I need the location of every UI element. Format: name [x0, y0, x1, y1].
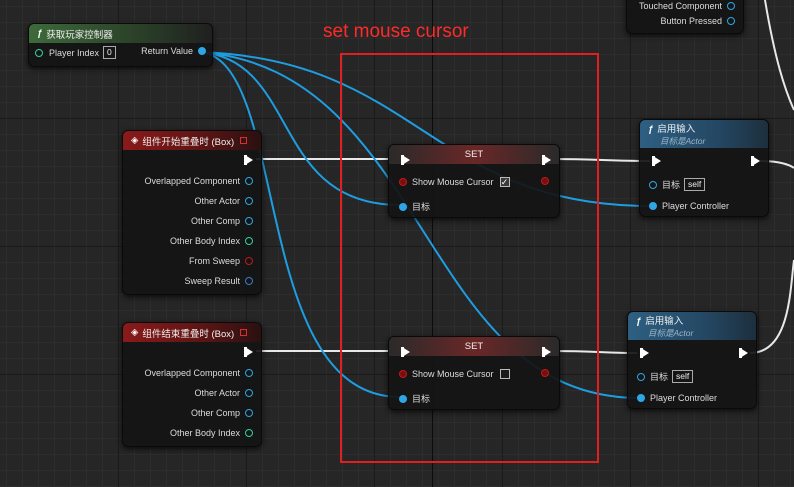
integer-pin[interactable]: [245, 429, 253, 437]
pin-row-other-actor[interactable]: Other Actor: [194, 196, 253, 206]
pin-label: Other Body Index: [169, 236, 240, 246]
target-pin[interactable]: [637, 372, 645, 381]
player-index-pin[interactable]: [35, 48, 43, 57]
object-pin[interactable]: [245, 389, 253, 397]
exec-out-pin[interactable]: [739, 348, 748, 358]
node-title: 启用输入: [657, 124, 696, 135]
object-pin[interactable]: [245, 197, 253, 205]
target-value-field[interactable]: self: [672, 370, 694, 383]
exec-arrow-icon: [652, 156, 661, 166]
object-pin[interactable]: [245, 217, 253, 225]
pin-row-other-body-index[interactable]: Other Body Index: [170, 428, 253, 438]
exec-arrow-icon: [244, 347, 253, 357]
node-subtitle: 目标是Actor: [648, 328, 694, 338]
return-value-label: Return Value: [141, 46, 193, 56]
pin-label: Player Controller: [662, 201, 730, 211]
target-pin-row[interactable]: 目标 self: [649, 178, 706, 191]
node-title: 组件结束重叠时 (Box): [142, 328, 235, 340]
enable-input-node-2[interactable]: ƒ 启用输入 目标是Actor 目标 self Player Controller: [627, 311, 757, 409]
exec-out-pin[interactable]: [244, 347, 253, 357]
target-pin-row[interactable]: 目标 self: [637, 370, 694, 383]
target-pin[interactable]: [649, 180, 657, 189]
exec-arrow-icon: [739, 348, 748, 358]
get-player-controller-node[interactable]: ƒ 获取玩家控制器 Player Index 0 Return Value: [28, 23, 213, 67]
pin-row-other-body-index[interactable]: Other Body Index: [170, 236, 253, 246]
pin-label: Other Body Index: [169, 428, 240, 438]
pin-row-sweep-result[interactable]: Sweep Result: [184, 276, 253, 286]
function-icon: ƒ: [648, 124, 654, 135]
object-pin[interactable]: [245, 177, 253, 185]
button-pressed-pin[interactable]: [727, 17, 735, 25]
node-header[interactable]: ƒ 获取玩家控制器: [29, 24, 212, 43]
struct-pin[interactable]: [245, 277, 253, 285]
player-index-label: Player Index: [49, 47, 100, 58]
event-diamond-icon: ◈: [131, 135, 139, 146]
event-diamond-icon: ◈: [131, 327, 139, 338]
player-controller-pin-row[interactable]: Player Controller: [637, 393, 717, 403]
exec-out-pin[interactable]: [244, 155, 253, 165]
pin-label: Overlapped Component: [144, 368, 240, 378]
end-overlap-event-node[interactable]: ◈ 组件结束重叠时 (Box) Overlapped Component Oth…: [122, 322, 262, 447]
pin-row-other-actor[interactable]: Other Actor: [194, 388, 253, 398]
pin-label: Other Comp: [190, 408, 240, 418]
boolean-pin[interactable]: [245, 257, 253, 265]
node-header[interactable]: ƒ 启用输入 目标是Actor: [628, 312, 756, 340]
begin-overlap-event-node[interactable]: ◈ 组件开始重叠时 (Box) Overlapped Component Oth…: [122, 130, 262, 295]
exec-in-pin[interactable]: [650, 156, 661, 166]
player-controller-pin-row[interactable]: Player Controller: [649, 201, 729, 211]
touched-component-pin[interactable]: [727, 2, 735, 10]
node-subtitle: 目标是Actor: [660, 136, 706, 146]
pin-row-overlapped-component[interactable]: Overlapped Component: [144, 368, 253, 378]
exec-arrow-icon: [640, 348, 649, 358]
pin-label: Sweep Result: [184, 276, 240, 286]
player-index-value-field[interactable]: 0: [103, 46, 116, 59]
pin-row-from-sweep[interactable]: From Sweep: [189, 256, 253, 266]
node-header[interactable]: ƒ 启用输入 目标是Actor: [640, 120, 768, 148]
exec-in-pin[interactable]: [638, 348, 649, 358]
player-index-pin-row[interactable]: Player Index 0: [35, 46, 116, 59]
node-title: 获取玩家控制器: [46, 29, 113, 41]
function-icon: ƒ: [636, 316, 642, 327]
top-partial-node[interactable]: Touched Component Button Pressed: [626, 0, 744, 34]
player-controller-pin[interactable]: [649, 202, 657, 210]
return-value-pin[interactable]: [198, 47, 206, 55]
pin-label: Other Actor: [194, 388, 240, 398]
pin-label: Other Actor: [194, 196, 240, 206]
pin-label: From Sweep: [188, 256, 240, 266]
node-title: 组件开始重叠时 (Box): [142, 136, 235, 148]
node-header[interactable]: ◈ 组件结束重叠时 (Box): [123, 323, 261, 342]
function-icon: ƒ: [37, 28, 43, 39]
exec-out-pin[interactable]: [751, 156, 760, 166]
delegate-pin-icon[interactable]: [240, 137, 248, 144]
exec-arrow-icon: [751, 156, 760, 166]
pin-row-other-comp[interactable]: Other Comp: [191, 408, 253, 418]
pin-label: 目标: [650, 372, 669, 382]
target-value-field[interactable]: self: [684, 178, 706, 191]
enable-input-node-1[interactable]: ƒ 启用输入 目标是Actor 目标 self Player Controller: [639, 119, 769, 217]
return-value-pin-row[interactable]: Return Value: [141, 46, 206, 56]
touched-component-label: Touched Component: [638, 1, 722, 11]
node-title: 启用输入: [645, 316, 684, 327]
button-pressed-pin-row[interactable]: Button Pressed: [660, 16, 735, 26]
pin-row-overlapped-component[interactable]: Overlapped Component: [144, 176, 253, 186]
player-controller-pin[interactable]: [637, 394, 645, 402]
integer-pin[interactable]: [245, 237, 253, 245]
pin-label: 目标: [662, 180, 681, 190]
pin-label: Overlapped Component: [144, 176, 240, 186]
pin-row-other-comp[interactable]: Other Comp: [191, 216, 253, 226]
annotation-highlight-frame: [340, 53, 599, 463]
button-pressed-label: Button Pressed: [660, 16, 722, 26]
node-header[interactable]: ◈ 组件开始重叠时 (Box): [123, 131, 261, 150]
pin-label: Player Controller: [650, 393, 718, 403]
annotation-label: set mouse cursor: [323, 21, 469, 42]
object-pin[interactable]: [245, 369, 253, 377]
delegate-pin-icon[interactable]: [240, 329, 248, 336]
exec-arrow-icon: [244, 155, 253, 165]
object-pin[interactable]: [245, 409, 253, 417]
touched-component-pin-row[interactable]: Touched Component: [639, 1, 735, 11]
pin-label: Other Comp: [190, 216, 240, 226]
